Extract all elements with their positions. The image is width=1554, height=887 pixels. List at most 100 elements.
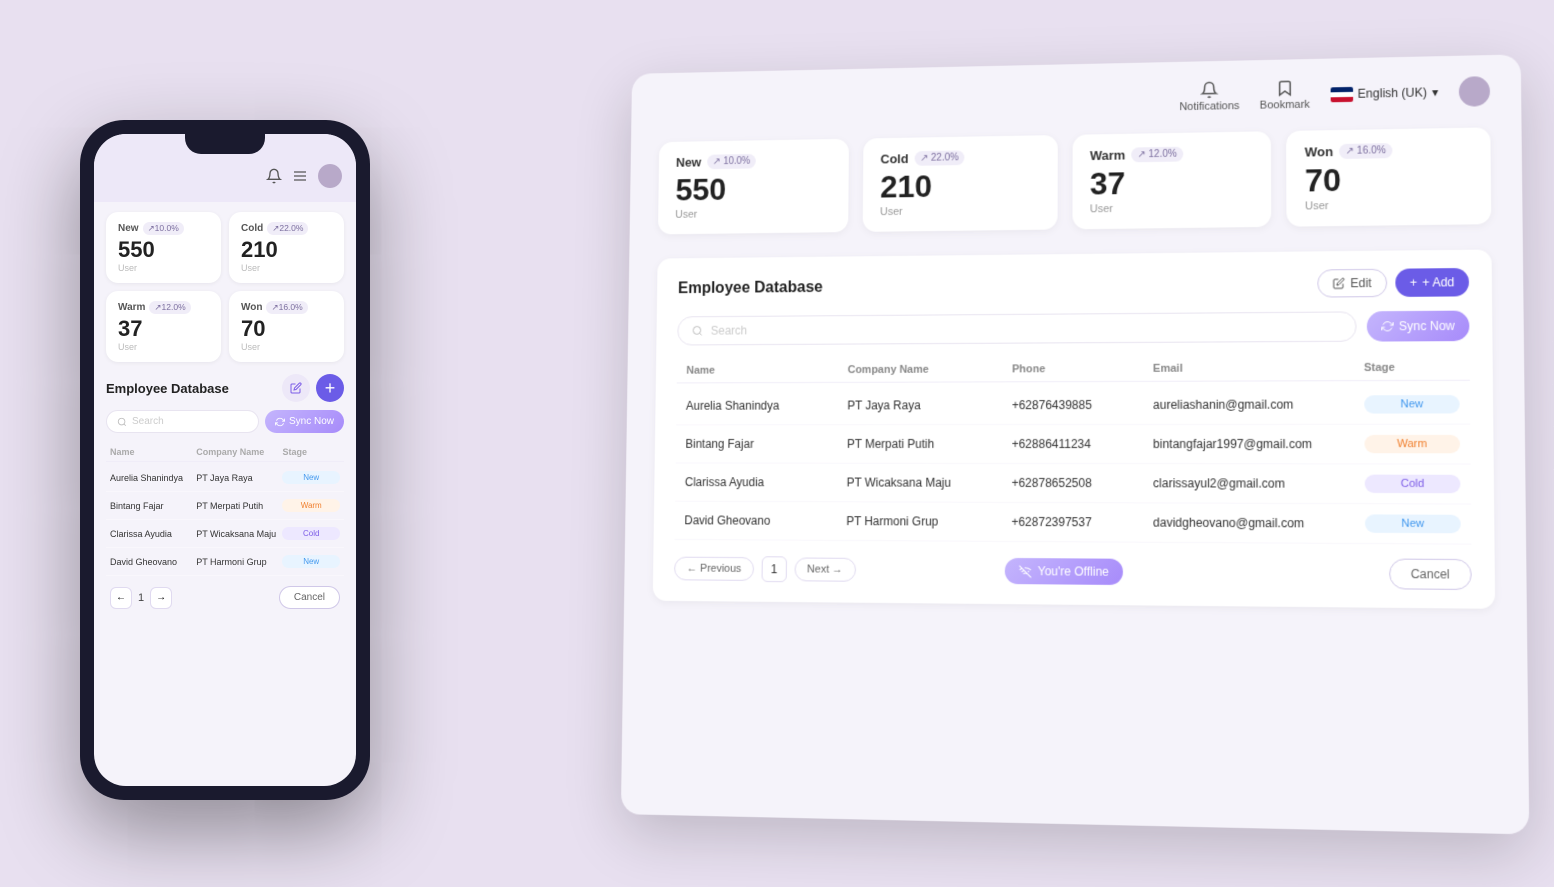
stat-warm-sub: User — [1090, 201, 1253, 215]
phone-screen: New ↗10.0% 550 User Cold ↗22.0% 210 User — [94, 134, 356, 786]
mobile-stat-won: Won ↗16.0% 70 User — [229, 291, 344, 362]
col-company: Company Name — [848, 364, 1003, 376]
employee-database-section: Employee Database Edit + + Add — [653, 250, 1495, 609]
table-row: Bintang Fajar PT Merpati Putih +62886411… — [676, 425, 1471, 465]
row-email: bintangfajar1997@gmail.com — [1153, 437, 1354, 451]
search-box[interactable]: Search — [677, 312, 1356, 346]
stat-warm-label: Warm — [1090, 148, 1125, 163]
search-row: Search Sync Now — [677, 311, 1469, 346]
phone-shell: New ↗10.0% 550 User Cold ↗22.0% 210 User — [80, 120, 370, 800]
mobile-search-box[interactable]: Search — [106, 410, 259, 433]
pagination: ← Previous 1 Next → — [674, 556, 856, 583]
stat-new-label: New — [676, 155, 701, 170]
add-button[interactable]: + + Add — [1395, 268, 1469, 297]
cancel-button[interactable]: Cancel — [1389, 559, 1472, 590]
mobile-search-placeholder: Search — [132, 416, 164, 427]
mobile-table-header: Name Company Name Stage — [106, 443, 344, 462]
table-row: Clarissa Ayudia PT Wicaksana Maju +62878… — [675, 464, 1471, 505]
mobile-next-button[interactable]: → — [150, 587, 172, 609]
offline-label: You're Offline — [1038, 564, 1109, 579]
table-row: David Gheovano PT Harmoni Grup +62872397… — [675, 502, 1472, 545]
row-email: clarissayul2@gmail.com — [1153, 476, 1354, 491]
mobile-pagination: ← 1 → — [110, 587, 172, 609]
stat-new-badge: ↗ 10.0% — [707, 154, 756, 169]
row-company: PT Wicaksana Maju — [847, 476, 1002, 490]
stage-badge: Cold — [1365, 475, 1461, 494]
mobile-sync-button[interactable]: Sync Now — [265, 410, 344, 433]
stat-cold-sub: User — [880, 204, 1039, 218]
search-placeholder: Search — [711, 324, 748, 338]
stat-cold-badge: ↗ 22.0% — [914, 150, 964, 165]
bookmark-label: Bookmark — [1260, 99, 1310, 112]
sync-label: Sync Now — [1399, 319, 1455, 334]
stat-new-sub: User — [675, 207, 831, 221]
phone-content: New ↗10.0% 550 User Cold ↗22.0% 210 User — [94, 202, 356, 784]
edit-button[interactable]: Edit — [1318, 269, 1388, 298]
row-email: aureliashanin@gmail.com — [1153, 398, 1354, 413]
page-number: 1 — [761, 556, 786, 582]
mobile-cancel-label: Cancel — [294, 592, 325, 603]
table-row: Aurelia Shanindya PT Jaya Raya +62876439… — [676, 385, 1470, 426]
add-icon: + — [1410, 276, 1417, 290]
language-label: English (UK) — [1358, 85, 1427, 100]
row-name: Bintang Fajar — [685, 437, 837, 451]
stat-won-value: 70 — [1305, 161, 1473, 199]
mobile-stage-badge: Cold — [282, 527, 340, 540]
stat-card-won: Won ↗ 16.0% 70 User — [1286, 127, 1491, 227]
mobile-stat-cold: Cold ↗22.0% 210 User — [229, 212, 344, 283]
cancel-label: Cancel — [1411, 567, 1450, 582]
row-phone: +62878652508 — [1012, 476, 1143, 490]
mobile-db-header: Employee Database + — [106, 374, 344, 402]
mobile-page-number: 1 — [138, 592, 144, 604]
row-name: Clarissa Ayudia — [685, 475, 837, 489]
db-title: Employee Database — [678, 279, 823, 298]
search-icon — [692, 325, 704, 337]
mobile-table-row: Bintang Fajar PT Merpati Putih Warm — [106, 492, 344, 520]
user-avatar[interactable] — [1459, 76, 1490, 107]
mobile-table-row: Clarissa Ayudia PT Wicaksana Maju Cold — [106, 520, 344, 548]
stat-won-label: Won — [1305, 144, 1334, 159]
col-name: Name — [686, 364, 838, 376]
mobile-table-row: David Gheovano PT Harmoni Grup New — [106, 548, 344, 576]
mobile-stage-badge: Warm — [282, 499, 340, 512]
add-label: + Add — [1422, 275, 1454, 289]
table-header: Name Company Name Phone Email Stage — [677, 355, 1470, 383]
next-label: Next → — [807, 564, 843, 576]
mobile-stage-badge: New — [282, 471, 340, 484]
stat-cold-label: Cold — [880, 151, 908, 166]
mobile-sync-label: Sync Now — [289, 416, 334, 427]
notifications-item[interactable]: Notifications — [1179, 80, 1239, 113]
mobile-stats-grid: New ↗10.0% 550 User Cold ↗22.0% 210 User — [106, 212, 344, 362]
mobile-search-icon — [117, 417, 127, 427]
prev-button[interactable]: ← Previous — [674, 557, 754, 581]
stat-card-warm: Warm ↗ 12.0% 37 User — [1072, 131, 1272, 229]
stat-won-badge: ↗ 16.0% — [1339, 143, 1392, 159]
mobile-prev-button[interactable]: ← — [110, 587, 132, 609]
bell-icon — [266, 168, 282, 184]
stat-warm-value: 37 — [1090, 164, 1253, 201]
row-company: PT Jaya Raya — [847, 398, 1002, 412]
language-selector[interactable]: English (UK) ▾ — [1330, 85, 1438, 102]
row-company: PT Harmoni Grup — [846, 514, 1001, 529]
db-action-buttons: Edit + + Add — [1318, 268, 1470, 298]
bookmark-item[interactable]: Bookmark — [1260, 79, 1310, 112]
sync-button[interactable]: Sync Now — [1367, 311, 1470, 342]
desktop-card: Notifications Bookmark English (UK) ▾ Ne… — [621, 54, 1529, 834]
edit-label: Edit — [1350, 276, 1371, 290]
stat-warm-badge: ↗ 12.0% — [1131, 147, 1183, 163]
offline-badge: You're Offline — [1005, 558, 1123, 585]
mobile-avatar — [318, 164, 342, 188]
stat-new-value: 550 — [675, 171, 831, 207]
notifications-label: Notifications — [1179, 100, 1239, 113]
mobile-cancel-button[interactable]: Cancel — [279, 586, 340, 609]
phone-notch — [185, 134, 265, 154]
next-button[interactable]: Next → — [794, 558, 855, 582]
mobile-add-button[interactable]: + — [316, 374, 344, 402]
mobile-search-row: Search Sync Now — [106, 410, 344, 433]
row-name: Aurelia Shanindya — [686, 399, 838, 413]
stage-badge: New — [1365, 515, 1461, 534]
mobile-edit-button[interactable] — [282, 374, 310, 402]
prev-label: ← Previous — [687, 563, 742, 575]
row-phone: +62886411234 — [1012, 437, 1143, 451]
chevron-down-icon: ▾ — [1432, 85, 1438, 99]
